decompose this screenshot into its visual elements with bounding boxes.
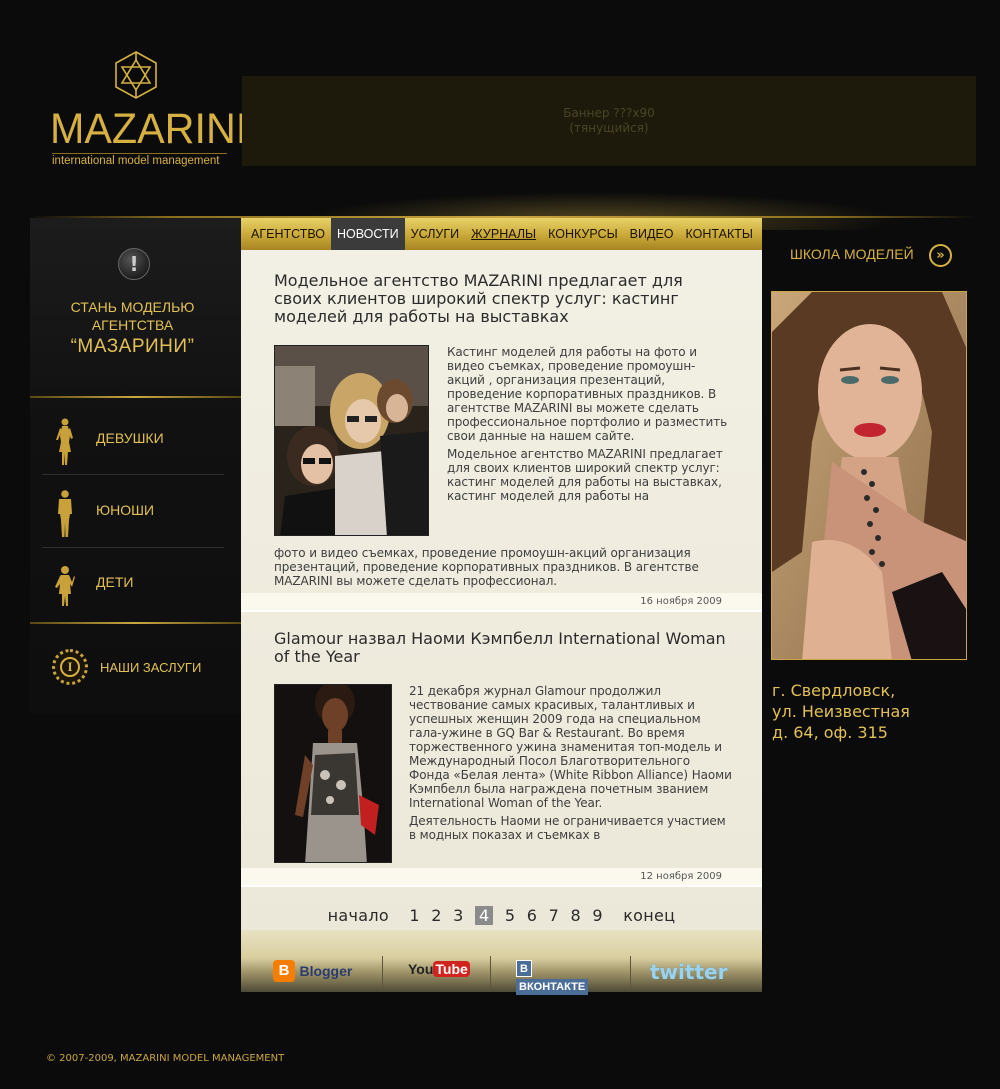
pager-page[interactable]: 1 [409,906,419,925]
model-school-link[interactable]: ШКОЛА МОДЕЛЕЙ [790,246,914,262]
man-silhouette-icon [58,490,72,537]
pager-page[interactable]: 8 [570,906,580,925]
logo-wordmark: MAZARINI [50,105,248,153]
article-body: 21 декабря журнал Glamour продолжил чест… [409,684,734,846]
banner-line-1: Баннер ???x90 [563,106,655,120]
merits-link[interactable]: НАШИ ЗАСЛУГИ [100,660,201,675]
sidebar-separator [30,622,241,624]
article-photo[interactable] [274,345,429,536]
article-separator [241,610,762,612]
article-paragraph: Модельное агентство MAZARINI предлагает … [447,447,723,503]
logo-tagline: international model management [52,153,227,167]
blogger-link[interactable]: B Blogger [273,960,358,982]
news-content: Модельное агентство MAZARINI предлагает … [241,250,762,930]
child-silhouette-icon [55,566,75,606]
main-nav: АГЕНТСТВО НОВОСТИ УСЛУГИ ЖУРНАЛЫ КОНКУРС… [241,218,762,250]
blogger-icon: B [273,960,295,982]
social-bar: B Blogger You Tube B ВКОНТАКТЕ twitter [241,930,762,995]
pager-page[interactable]: 3 [453,906,463,925]
pager-first[interactable]: начало [328,906,389,925]
sidebar-item-kids[interactable]: ДЕТИ [42,548,224,620]
banner-line-2: (тянущийся) [569,121,649,135]
article-date: 12 ноября 2009 [241,868,762,885]
twitter-label: twitter [650,960,728,984]
sidebar-item-label: ЮНОШИ [96,502,155,518]
youtube-link[interactable]: You Tube [408,960,470,982]
article-paragraph: 21 декабря журнал Glamour продолжил чест… [409,684,732,810]
article-date: 16 ноября 2009 [241,593,762,610]
social-divider [382,956,383,988]
article-paragraph: Деятельность Наоми не ограничивается уча… [409,814,726,842]
sidebar-divider [42,474,224,475]
featured-model-photo[interactable] [771,291,967,660]
pager-page[interactable]: 5 [505,906,515,925]
nav-item-video[interactable]: ВИДЕО [624,218,680,250]
vk-icon: B [516,960,532,978]
address-line: г. Свердловск, [772,681,896,700]
youtube-tube: Tube [433,960,470,977]
article-paragraph: Кастинг моделей для работы на фото и вид… [447,345,728,443]
featured-model-image [772,292,966,659]
sidebar-item-label: ДЕВУШКИ [96,430,164,446]
pager-page[interactable]: 9 [592,906,602,925]
vk-label: ВКОНТАКТЕ [516,978,589,995]
sidebar-item-girls[interactable]: ДЕВУШКИ [42,404,224,476]
banner-placeholder[interactable]: Баннер ???x90 (тянущийся) [242,76,976,166]
social-divider [630,956,631,988]
address: г. Свердловск, ул. Неизвестная д. 64, оф… [772,680,910,743]
nav-item-magazines[interactable]: ЖУРНАЛЫ [465,218,542,250]
address-line: д. 64, оф. 315 [772,723,888,742]
double-chevron-right-icon[interactable]: » [929,244,952,267]
pager-page[interactable]: 2 [431,906,441,925]
article-title[interactable]: Glamour назвал Наоми Кэмпбелл Internatio… [274,630,734,666]
nav-item-contests[interactable]: КОНКУРСЫ [542,218,624,250]
nav-item-contacts[interactable]: КОНТАКТЫ [680,218,759,250]
become-line-1: СТАНЬ МОДЕЛЬЮ [70,299,195,315]
vkontakte-link[interactable]: B ВКОНТАКТЕ [516,960,606,995]
twitter-link[interactable]: twitter [650,960,740,984]
nav-item-services[interactable]: УСЛУГИ [405,218,465,250]
copyright: © 2007-2009, MAZARINI MODEL MANAGEMENT [46,1053,285,1064]
pager-page[interactable]: 6 [527,906,537,925]
article-body-continued: фото и видео съемках, проведение промоуш… [274,546,734,592]
article-photo[interactable] [274,684,392,863]
sidebar-separator [30,396,241,398]
youtube-you: You [408,960,434,977]
nav-item-news[interactable]: НОВОСТИ [331,218,405,250]
page: MAZARINI international model management … [0,0,1000,1089]
article-photo-image [275,346,428,535]
exclamation-icon: ! [118,248,150,280]
medal-icon: I [52,649,88,685]
social-divider [490,956,491,988]
pager-page[interactable]: 7 [549,906,559,925]
address-line: ул. Неизвестная [772,702,910,721]
logo-polyhedron-icon [115,51,157,99]
become-model-link[interactable]: СТАНЬ МОДЕЛЬЮ АГЕНТСТВА “МАЗАРИНИ” [30,298,235,360]
nav-item-agency[interactable]: АГЕНТСТВО [245,218,331,250]
become-line-2: АГЕНТСТВА [91,317,174,333]
article-paragraph: фото и видео съемках, проведение промоуш… [274,546,699,588]
woman-silhouette-icon [56,418,73,465]
logo[interactable]: MAZARINI international model management [48,48,248,170]
article-body: Кастинг моделей для работы на фото и вид… [447,345,732,507]
blogger-label: Blogger [299,963,353,979]
become-line-3: “МАЗАРИНИ” [70,336,195,357]
pagination: начало 1 2 3 4 5 6 7 8 9 конец [241,906,762,925]
article-title[interactable]: Модельное агентство MAZARINI предлагает … [274,272,734,326]
article-separator [241,885,762,887]
pager-last[interactable]: конец [623,906,675,925]
pager-page-current[interactable]: 4 [474,906,494,925]
sidebar-item-boys[interactable]: ЮНОШИ [42,476,224,548]
article-photo-image [275,685,391,862]
left-sidebar: ! СТАНЬ МОДЕЛЬЮ АГЕНТСТВА “МАЗАРИНИ” ДЕВ… [30,218,241,714]
sidebar-item-label: ДЕТИ [96,574,134,590]
